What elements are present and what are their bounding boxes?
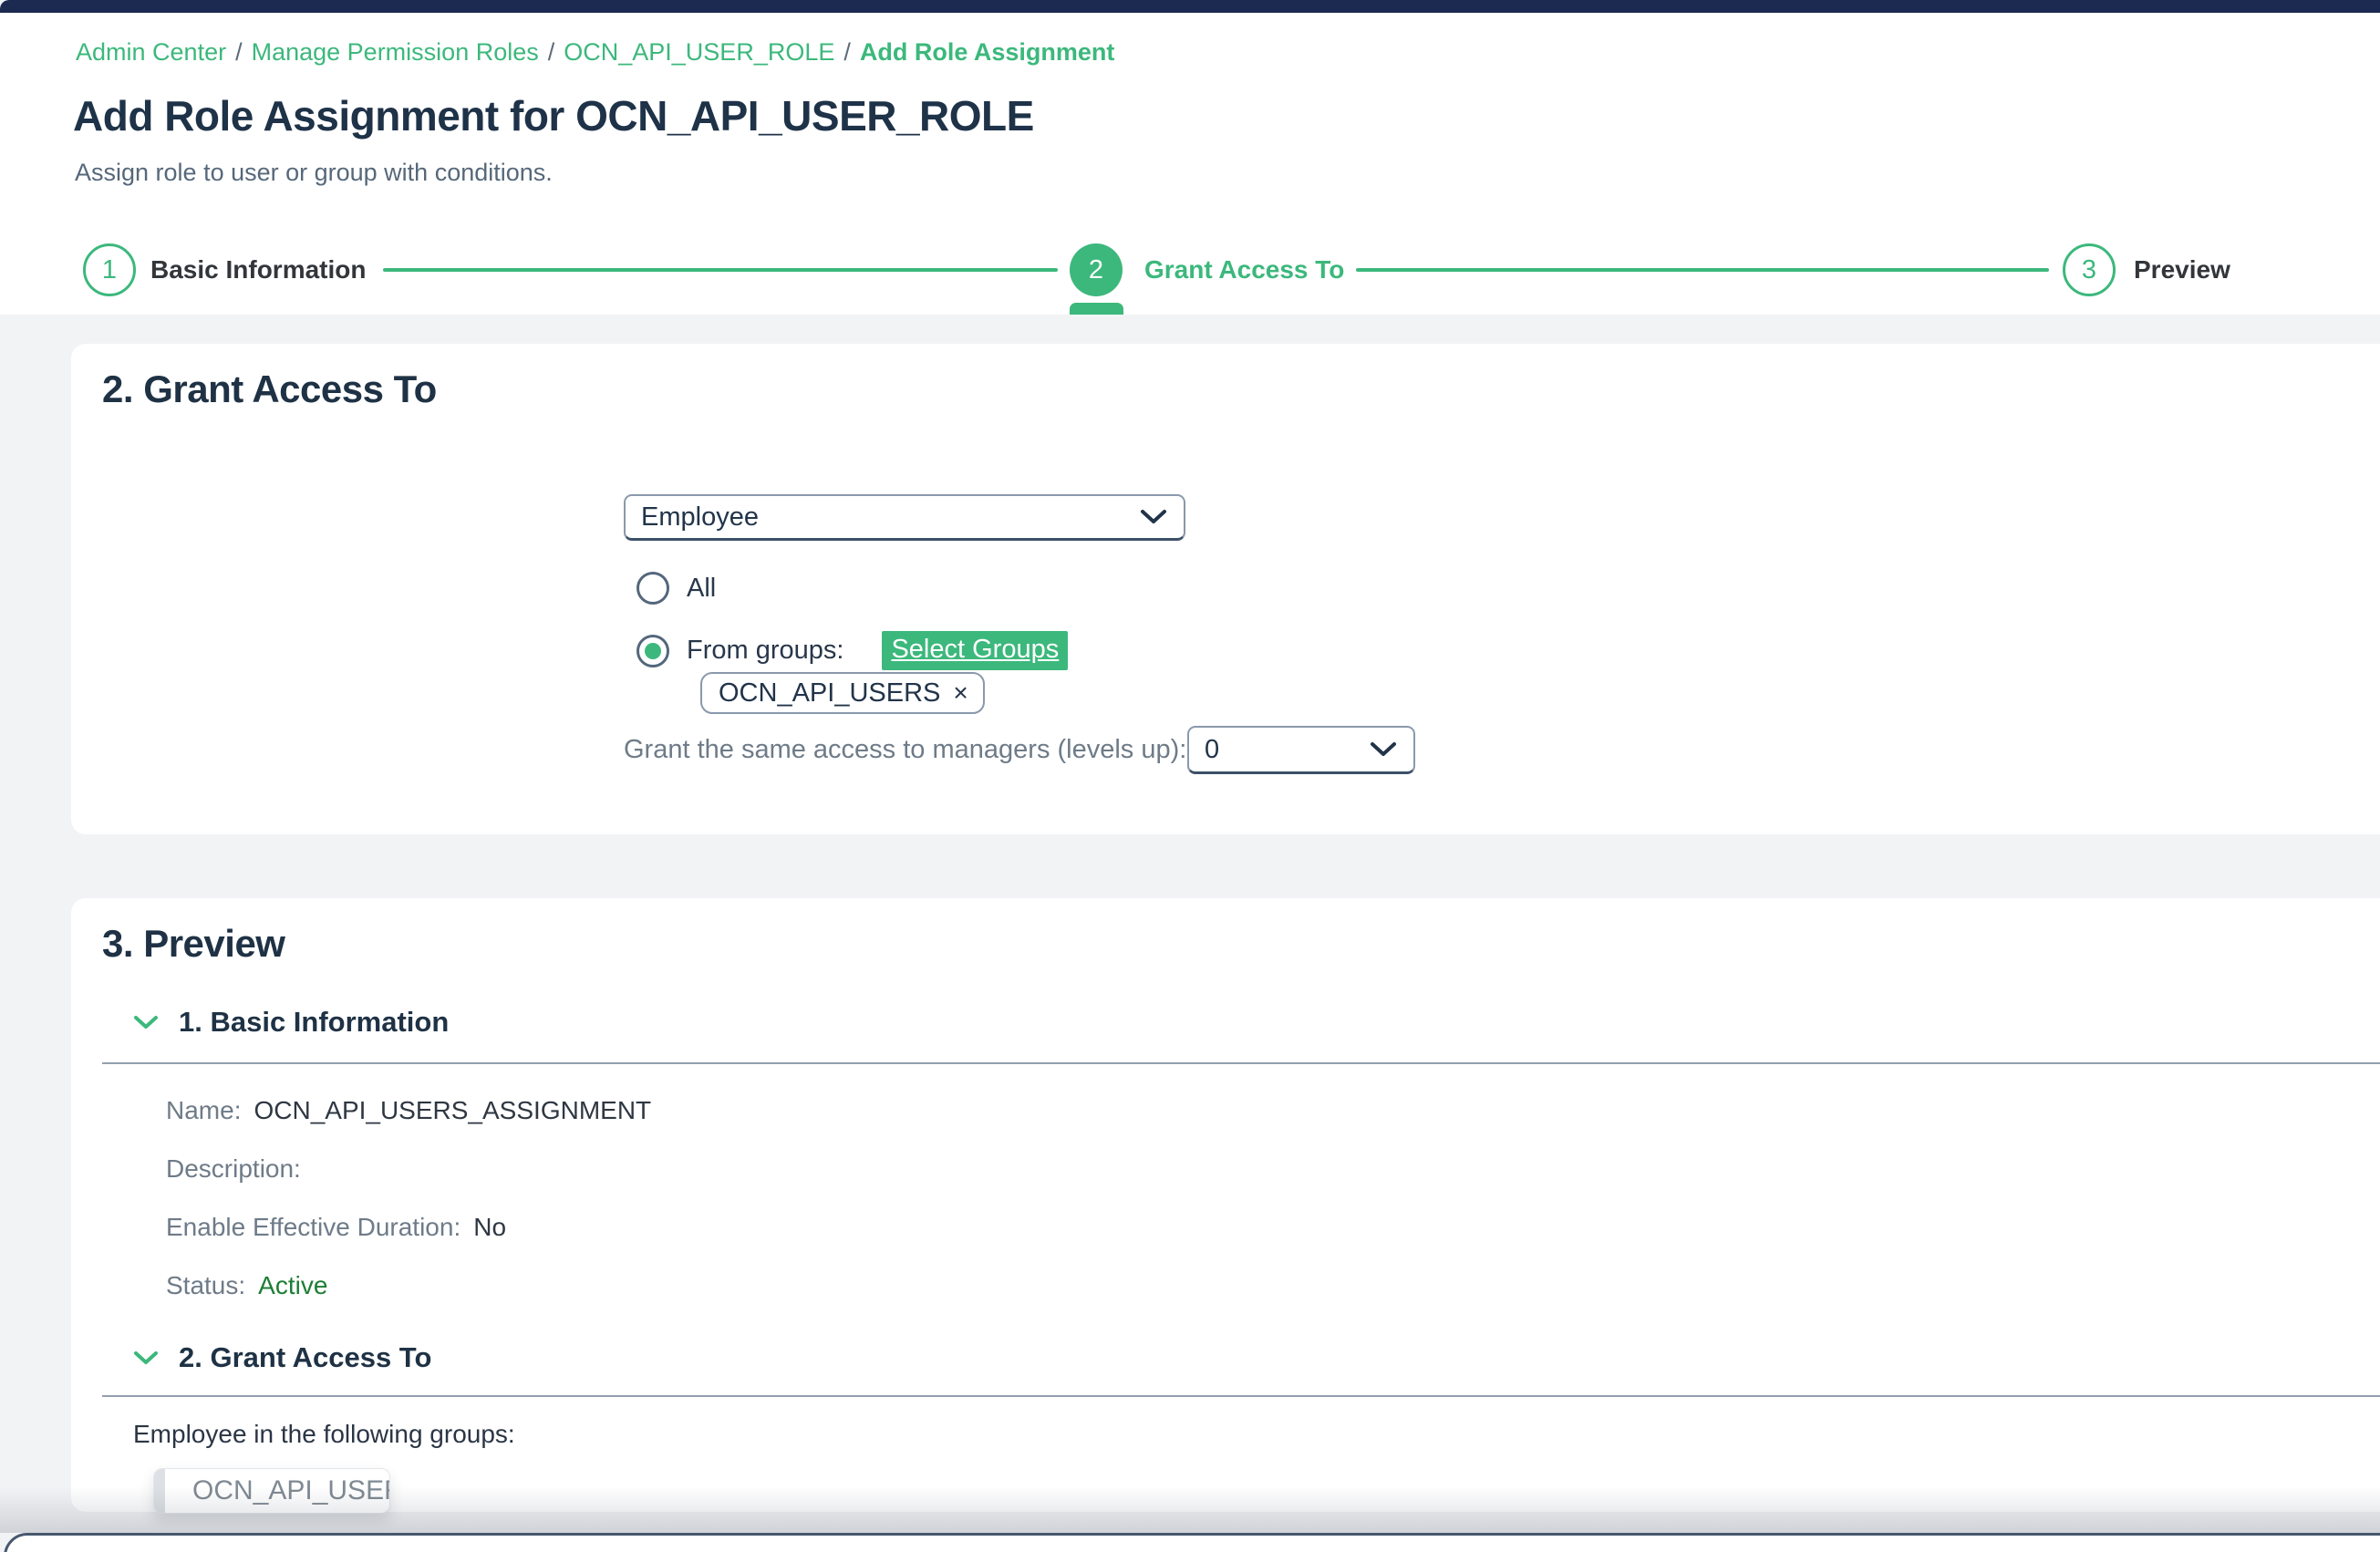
radio-selected-dot	[645, 643, 661, 659]
preview-section-grant-access-header: 2. Grant Access To	[133, 1341, 431, 1374]
breadcrumb-role-name[interactable]: OCN_API_USER_ROLE	[564, 38, 834, 66]
managers-levels-label: Grant the same access to managers (level…	[624, 726, 1186, 774]
step-3-label: Preview	[2134, 255, 2230, 285]
section-title: 2. Grant Access To	[179, 1341, 431, 1374]
breadcrumb-manage-permission-roles[interactable]: Manage Permission Roles	[252, 38, 539, 66]
stepper-connector	[1356, 268, 2049, 272]
active-step-indicator	[1070, 303, 1123, 315]
section-divider	[102, 1062, 2380, 1064]
window-top-bar	[0, 0, 2380, 13]
managers-level-select[interactable]: 0	[1187, 726, 1415, 774]
page-title: Add Role Assignment for OCN_API_USER_ROL…	[73, 91, 1034, 140]
section-divider	[102, 1395, 2380, 1397]
field-value: OCN_API_USERS_ASSIGNMENT	[254, 1096, 651, 1124]
radio-all-label: All	[687, 574, 716, 604]
preview-card: 3. Preview 1. Basic Information Name: OCN…	[71, 898, 2380, 1512]
step-2-label: Grant Access To	[1144, 255, 1344, 285]
radio-from-groups-label: From groups:	[687, 636, 843, 666]
page-header: Admin Center / Manage Permission Roles / OCN…	[0, 13, 2380, 315]
grant-access-heading: 2. Grant Access To	[102, 367, 437, 411]
preview-section-basic-info-header: 1. Basic Information	[133, 1006, 449, 1039]
step-2-number: 2	[1089, 255, 1103, 285]
field-row-name: Name: OCN_API_USERS_ASSIGNMENT	[166, 1095, 651, 1126]
radio-from-groups[interactable]	[636, 635, 669, 667]
step-3-number: 3	[2082, 255, 2096, 285]
stepper-connector	[383, 268, 1058, 272]
page-subtitle: Assign role to user or group with condit…	[75, 159, 553, 187]
target-type-selected-value: Employee	[626, 502, 1140, 533]
field-row-effective-duration: Enable Effective Duration: No	[166, 1212, 506, 1243]
field-value: No	[473, 1213, 506, 1241]
section-title: 1. Basic Information	[179, 1006, 449, 1039]
group-token: OCN_API_USERS ×	[700, 672, 985, 714]
add-role-assignment-screen: Admin Center / Manage Permission Roles / OCN…	[0, 0, 2380, 1552]
radio-all[interactable]	[636, 572, 669, 605]
step-2-circle[interactable]: 2	[1070, 243, 1123, 296]
groups-intro-text: Employee in the following groups:	[133, 1420, 515, 1449]
footer-shadow	[0, 1486, 2380, 1533]
radio-row-all: All	[636, 572, 716, 605]
chevron-down-icon	[1140, 509, 1167, 525]
step-1-circle[interactable]: 1	[83, 243, 136, 296]
target-type-select[interactable]: Employee	[624, 494, 1185, 541]
managers-level-selected-value: 0	[1189, 735, 1370, 765]
chevron-down-icon	[1370, 741, 1397, 758]
group-token-label: OCN_API_USERS	[719, 678, 940, 709]
grant-access-card: 2. Grant Access To Employee All From gro…	[71, 344, 2380, 834]
status-value: Active	[258, 1271, 327, 1299]
field-row-description: Description:	[166, 1154, 314, 1185]
breadcrumb-separator: /	[843, 38, 851, 66]
step-1-label: Basic Information	[150, 255, 366, 285]
footer-bar	[4, 1533, 2380, 1552]
breadcrumb-admin-center[interactable]: Admin Center	[76, 38, 226, 66]
radio-row-from-groups: From groups: Select Groups	[636, 631, 1068, 670]
step-3-circle[interactable]: 3	[2063, 243, 2116, 296]
field-label: Enable Effective Duration:	[166, 1213, 460, 1241]
field-label: Description:	[166, 1154, 301, 1183]
collapse-chevron-icon[interactable]	[133, 1350, 159, 1366]
breadcrumb: Admin Center / Manage Permission Roles / OCN…	[76, 38, 1114, 67]
field-label: Status:	[166, 1271, 245, 1299]
preview-heading: 3. Preview	[102, 922, 285, 966]
field-row-status: Status: Active	[166, 1270, 327, 1301]
collapse-chevron-icon[interactable]	[133, 1015, 159, 1030]
remove-group-icon[interactable]: ×	[953, 680, 968, 706]
step-1-number: 1	[102, 255, 117, 285]
breadcrumb-current-page: Add Role Assignment	[860, 38, 1115, 66]
select-groups-link[interactable]: Select Groups	[882, 631, 1068, 670]
breadcrumb-separator: /	[235, 38, 243, 66]
breadcrumb-separator: /	[548, 38, 555, 66]
field-label: Name:	[166, 1096, 241, 1124]
